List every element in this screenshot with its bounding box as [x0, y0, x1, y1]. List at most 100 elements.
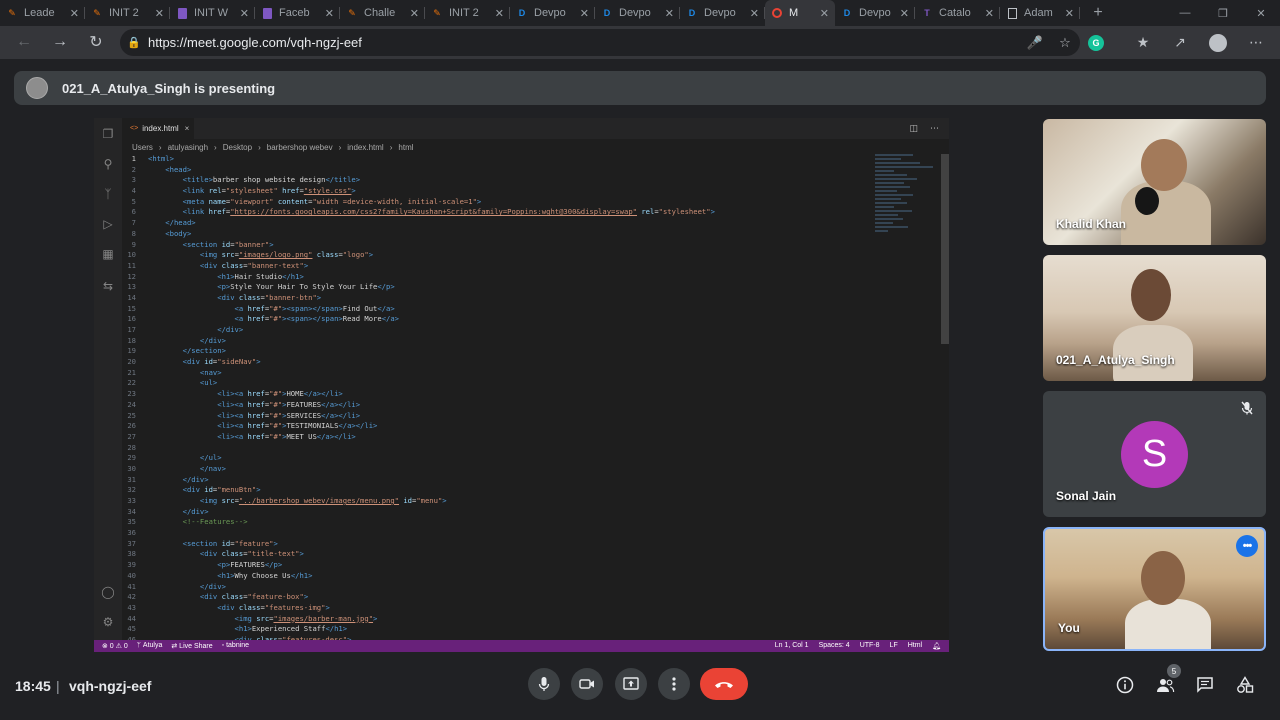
browser-tab[interactable]: ✎ INIT 2 ✕: [85, 0, 170, 26]
code-token: </h1>: [282, 271, 304, 281]
more-options-icon[interactable]: •••: [1236, 535, 1258, 557]
hang-up-icon: [715, 681, 733, 688]
camera-button[interactable]: [571, 668, 603, 700]
code-token: FEATURES: [286, 399, 322, 409]
breadcrumb-item: html: [398, 142, 414, 152]
browser-tab[interactable]: Adam ✕: [1000, 0, 1080, 26]
browser-tab-strip: ✎ Leade ✕ ✎ INIT 2 ✕ INIT W ✕ Faceb ✕ ✎ Challe ✕ ✎ INI…: [0, 0, 1280, 26]
code-token: id: [204, 357, 213, 367]
browser-tab[interactable]: D Devpo ✕: [595, 0, 680, 26]
line-number: 9: [131, 239, 136, 249]
browser-tab[interactable]: ✎ Leade ✕: [0, 0, 85, 26]
browser-tab[interactable]: Faceb ✕: [255, 0, 340, 26]
code-token: id: [221, 239, 231, 249]
line-number: 24: [127, 399, 136, 409]
present-screen-button[interactable]: [615, 668, 647, 700]
code-line: 7 </head>: [122, 218, 942, 229]
close-tab-icon[interactable]: ✕: [1065, 7, 1074, 20]
lock-icon: 🔒: [127, 37, 141, 49]
line-number: 29: [127, 453, 136, 463]
participant-tile-khalid-khan[interactable]: Khalid Khan: [1043, 119, 1266, 245]
profile-avatar[interactable]: [1203, 29, 1233, 56]
code-token: >: [303, 260, 309, 270]
code-token: >: [269, 239, 274, 249]
bookmark-star-icon[interactable]: ☆: [1050, 35, 1080, 51]
site-letter-icon: D: [688, 8, 696, 18]
browser-menu-icon[interactable]: ⋯: [1241, 29, 1271, 56]
code-line: 19 </section>: [122, 346, 942, 357]
code-token: Find Out: [342, 303, 378, 313]
code-line: 13 <p>Style Your Hair To Style Your Life…: [122, 282, 942, 293]
browser-tab[interactable]: ✎ Challe ✕: [340, 0, 425, 26]
close-tab-icon[interactable]: ✕: [240, 7, 249, 20]
browser-tab-title: Leade: [24, 7, 55, 19]
meeting-details-button[interactable]: [1114, 674, 1136, 696]
share-icon[interactable]: ↗: [1165, 29, 1195, 56]
browser-tab[interactable]: D Devpo ✕: [510, 0, 595, 26]
code-token: class: [312, 250, 339, 260]
code-token: class: [221, 260, 244, 270]
minimize-icon[interactable]: —: [1166, 0, 1204, 26]
leave-call-button[interactable]: [700, 668, 748, 700]
address-url[interactable]: https://meet.google.com/vqh-ngzj-eef: [148, 35, 1020, 50]
close-tab-icon[interactable]: ✕: [665, 7, 674, 20]
code-token: <title>: [148, 175, 213, 185]
microphone-icon[interactable]: 🎤: [1020, 35, 1050, 51]
close-tab-icon[interactable]: ✕: [820, 7, 829, 20]
participant-tile-sonal-jain[interactable]: S Sonal Jain: [1043, 391, 1266, 517]
pencil-icon: ✎: [348, 7, 356, 18]
code-text: <body>: [148, 229, 942, 240]
code-token: "#": [269, 389, 283, 399]
close-window-icon[interactable]: ✕: [1242, 0, 1280, 26]
status-item: ⊗ 0 ⚠ 0: [102, 643, 128, 650]
close-tab-icon[interactable]: ✕: [495, 7, 504, 20]
chat-button[interactable]: [1194, 674, 1216, 696]
address-bar[interactable]: 🔒 https://meet.google.com/vqh-ngzj-eef 🎤…: [120, 29, 1080, 56]
forward-button[interactable]: →: [44, 28, 76, 56]
favorites-icon[interactable]: ★: [1128, 29, 1158, 56]
participant-tile-you[interactable]: ••• You: [1043, 527, 1266, 651]
close-tab-icon[interactable]: ✕: [70, 7, 79, 20]
meeting-clock: 18:45: [15, 678, 51, 694]
code-text: <a href="#"><span></span>Read More</a>: [148, 314, 942, 325]
new-tab-button[interactable]: +: [1088, 4, 1108, 22]
code-token: <meta: [148, 196, 209, 206]
close-tab-icon[interactable]: ✕: [580, 7, 589, 20]
close-tab-icon[interactable]: ✕: [900, 7, 909, 20]
back-button[interactable]: ←: [8, 28, 40, 56]
code-token: "https://fonts.googleapis.com/css2?famil…: [230, 207, 637, 217]
code-token: id: [399, 496, 412, 505]
code-token: ><span></span>: [282, 314, 343, 324]
close-tab-icon[interactable]: ✕: [410, 7, 419, 20]
code-text: <head>: [148, 165, 942, 176]
more-options-button[interactable]: [658, 668, 690, 700]
reload-button[interactable]: ↻: [80, 28, 112, 56]
browser-tab[interactable]: INIT W ✕: [170, 0, 255, 26]
close-tab-icon[interactable]: ✕: [325, 7, 334, 20]
line-number: 3: [131, 175, 136, 185]
code-token: "menuBtn": [217, 485, 257, 495]
meeting-info-divider: |: [56, 678, 60, 694]
activities-button[interactable]: [1234, 674, 1256, 696]
browser-tab[interactable]: ✎ INIT 2 ✕: [425, 0, 510, 26]
code-token: class: [221, 592, 244, 602]
close-icon: ×: [184, 124, 190, 133]
close-tab-icon[interactable]: ✕: [750, 7, 759, 20]
code-token: content: [273, 196, 309, 206]
participant-tile-atulya-singh[interactable]: 021_A_Atulya_Singh: [1043, 255, 1266, 381]
browser-tab[interactable]: T Catalo ✕: [915, 0, 1000, 26]
microphone-button[interactable]: [528, 668, 560, 700]
code-token: "banner-text": [247, 260, 304, 270]
close-tab-icon[interactable]: ✕: [155, 7, 164, 20]
line-number: 32: [127, 485, 136, 495]
browser-tab[interactable]: D Devpo ✕: [835, 0, 915, 26]
close-tab-icon[interactable]: ✕: [985, 7, 994, 20]
code-token: </h1>: [290, 570, 313, 580]
code-token: </a>: [381, 314, 400, 324]
code-editor: 1 <html> 2 <head> 3 <title>barber shop webs…: [122, 154, 942, 644]
grammarly-extension-icon[interactable]: G: [1081, 29, 1111, 56]
browser-tab[interactable]: D Devpo ✕: [680, 0, 765, 26]
browser-tab[interactable]: M ✕: [765, 0, 835, 26]
maximize-icon[interactable]: ❐: [1204, 0, 1242, 26]
